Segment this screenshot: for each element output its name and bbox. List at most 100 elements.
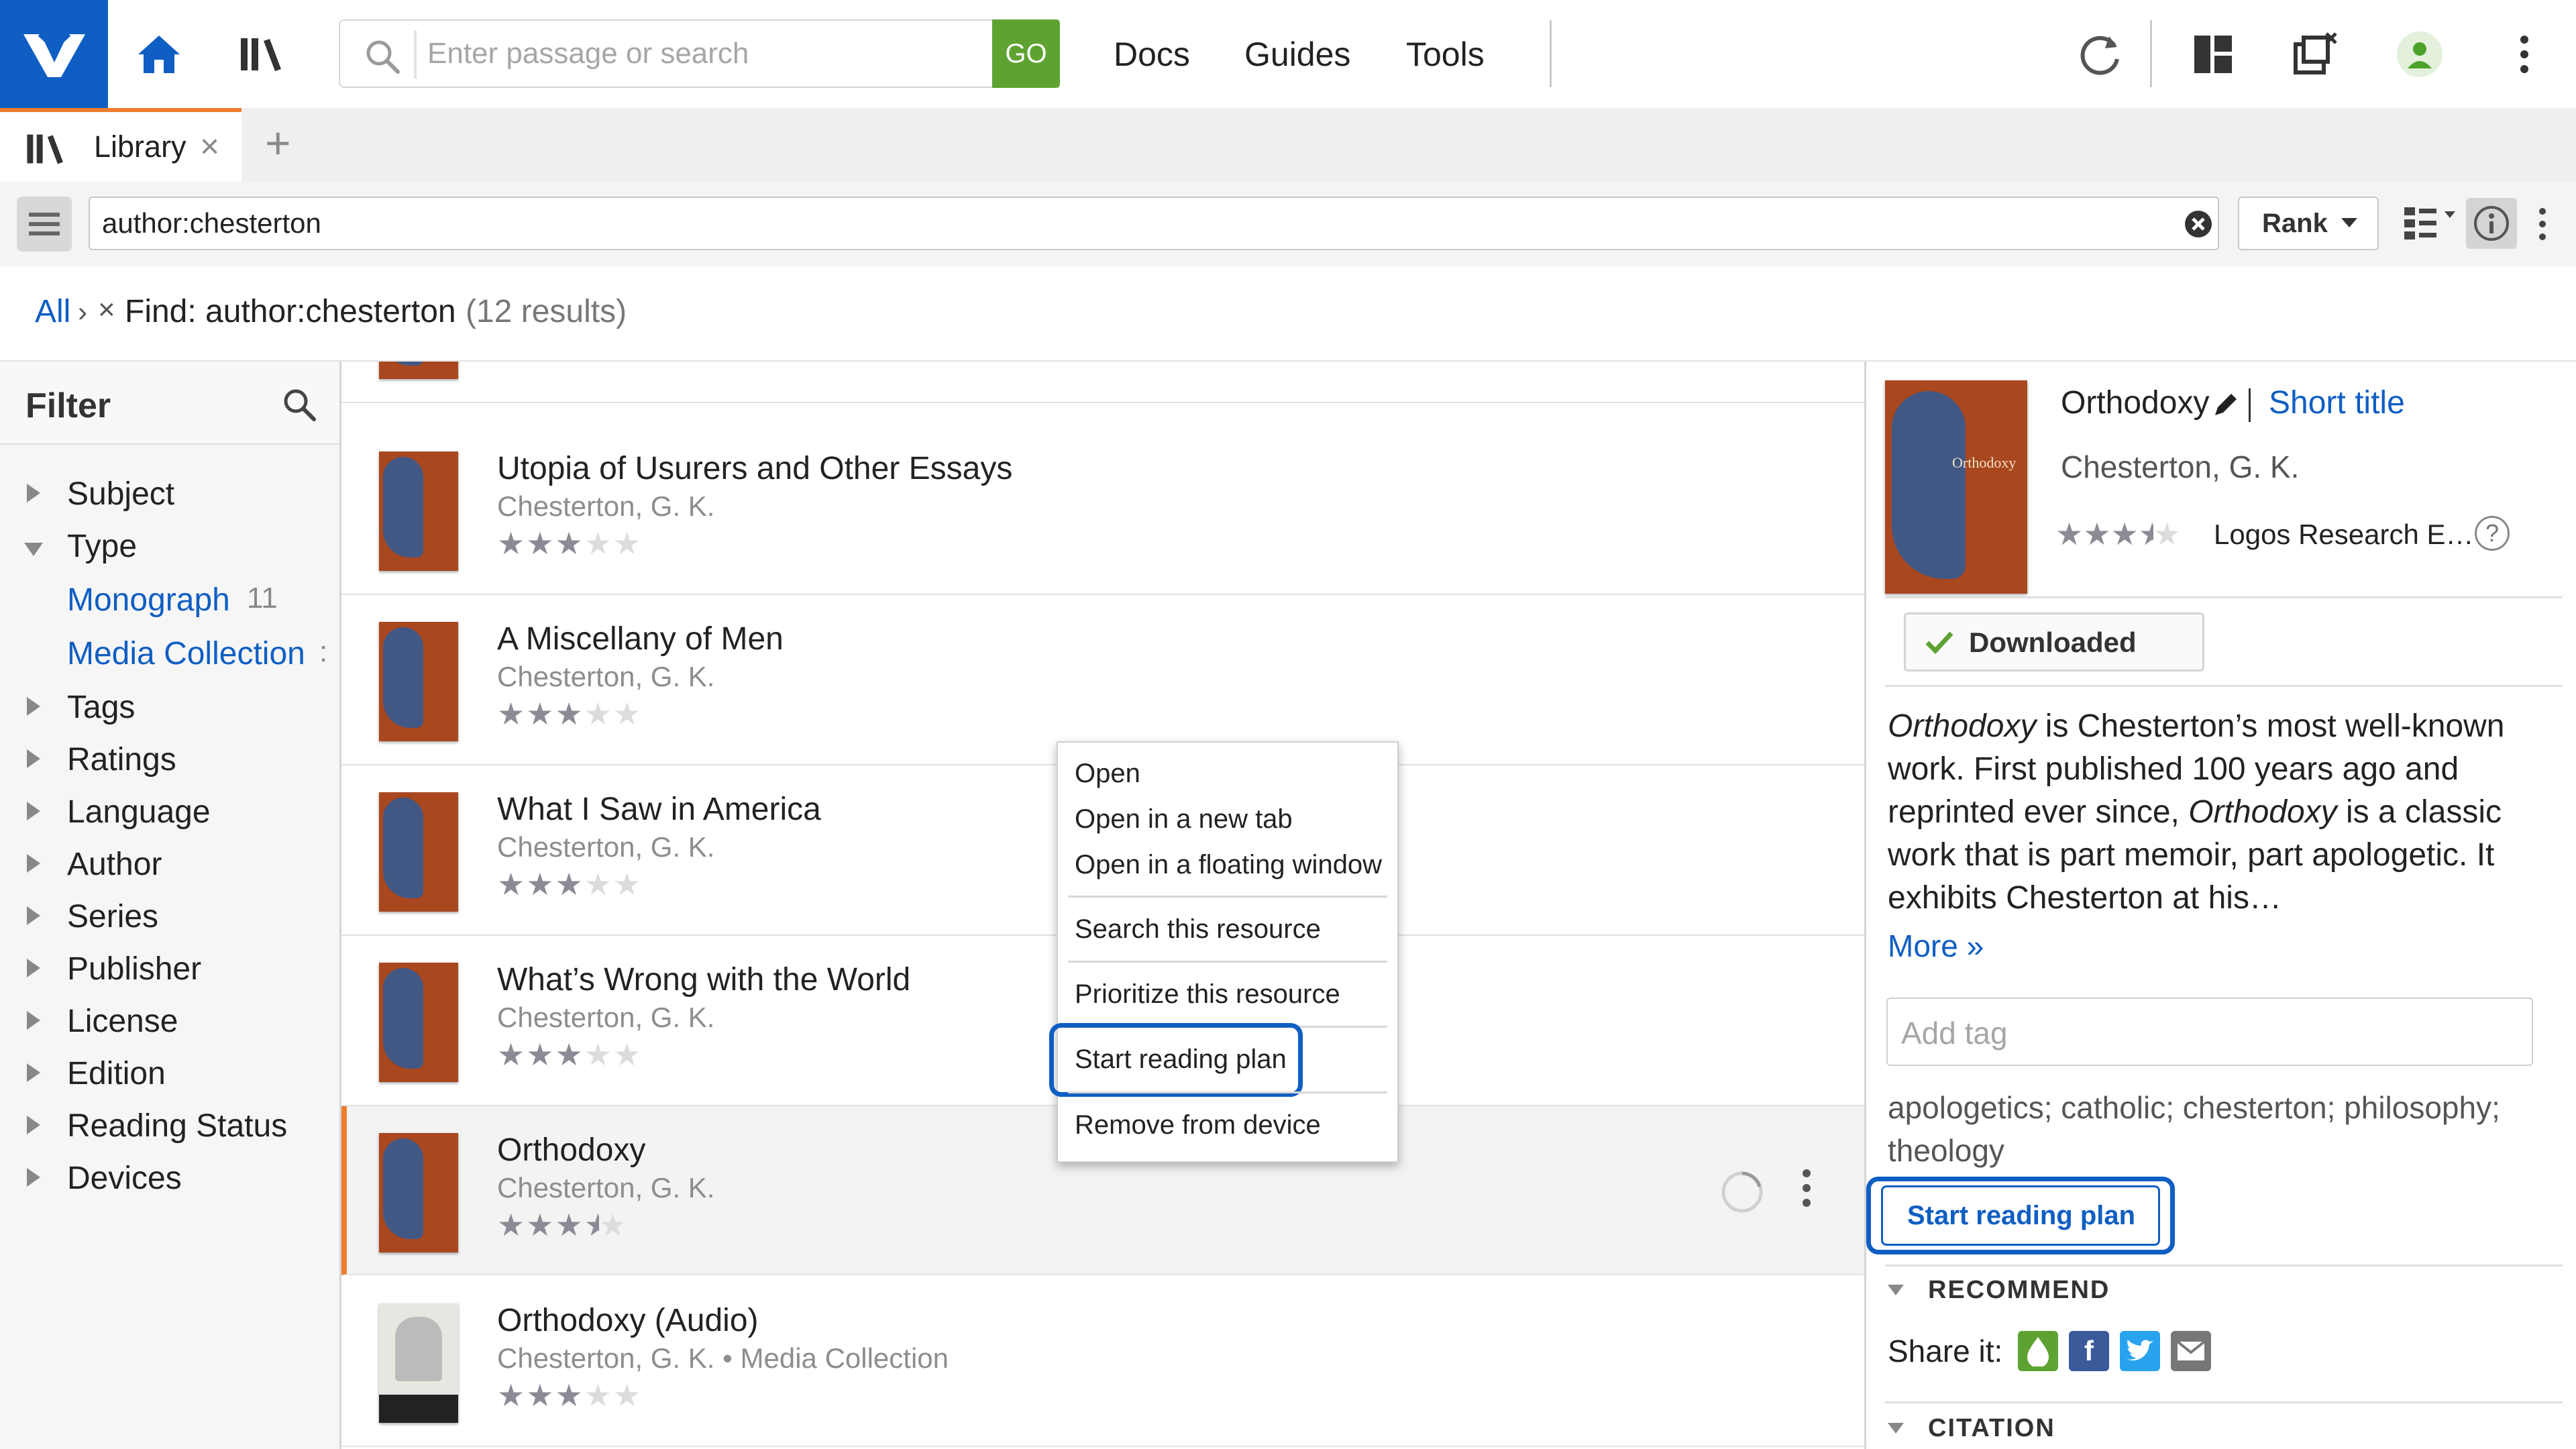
info-publisher: Logos Research E…: [2214, 519, 2474, 550]
highlight-outline: [1049, 1023, 1303, 1097]
clear-search-icon[interactable]: [2183, 209, 2214, 239]
list-item-partial[interactable]: ★★★★★: [341, 362, 1864, 403]
library-icon[interactable]: [235, 27, 290, 82]
expand-tags-icon[interactable]: [27, 697, 40, 716]
expand-language-icon[interactable]: [27, 802, 40, 820]
collapse-recommend-icon[interactable]: [1888, 1285, 1904, 1295]
expand-devices-icon[interactable]: [27, 1168, 40, 1187]
filter-publisher[interactable]: Publisher: [67, 951, 201, 987]
book-cover: [379, 451, 458, 571]
info-title: Orthodoxy: [2061, 385, 2210, 421]
start-reading-plan-button[interactable]: Start reading plan: [1881, 1185, 2160, 1246]
result-title[interactable]: Orthodoxy (Audio): [497, 1302, 759, 1339]
list-item[interactable]: Orthodoxy (Audio) Chesterton, G. K. • Me…: [341, 1277, 1864, 1447]
filter-series[interactable]: Series: [67, 898, 158, 935]
menu-icon[interactable]: [17, 197, 72, 252]
expand-subject-icon[interactable]: [27, 484, 40, 502]
twitter-share-icon[interactable]: [2120, 1331, 2160, 1371]
sync-icon[interactable]: [2073, 27, 2128, 82]
filter-search-icon[interactable]: [282, 387, 317, 422]
logos-logo-icon[interactable]: [0, 0, 108, 108]
filter-header: Filter: [0, 362, 339, 445]
library-search-input[interactable]: author:chesterton: [89, 197, 2219, 250]
menu-item-open-floating[interactable]: Open in a floating window: [1075, 850, 1382, 880]
edit-pencil-icon[interactable]: [2212, 391, 2239, 418]
result-title[interactable]: Utopia of Usurers and Other Essays: [497, 450, 1012, 487]
collapse-citation-icon[interactable]: [1888, 1423, 1904, 1434]
add-tag-input[interactable]: Add tag: [1886, 998, 2533, 1066]
media-collection-count: :: [319, 635, 328, 668]
home-icon[interactable]: [131, 27, 186, 82]
context-menu: Open Open in a new tab Open in a floatin…: [1049, 741, 1399, 1163]
short-title-link[interactable]: Short title: [2269, 384, 2405, 421]
result-title[interactable]: Orthodoxy: [497, 1132, 645, 1169]
expand-license-icon[interactable]: [27, 1011, 40, 1030]
filter-ratings[interactable]: Ratings: [67, 741, 176, 778]
email-share-icon[interactable]: [2171, 1331, 2211, 1371]
result-title[interactable]: A Miscellany of Men: [497, 621, 784, 657]
menu-item-search-resource[interactable]: Search this resource: [1075, 914, 1321, 945]
remove-filter-icon[interactable]: ×: [98, 293, 115, 327]
breadcrumb-all-link[interactable]: All: [35, 293, 70, 330]
help-icon[interactable]: ?: [2475, 516, 2510, 551]
filter-tags[interactable]: Tags: [67, 689, 135, 726]
expand-edition-icon[interactable]: [27, 1063, 40, 1082]
filter-devices[interactable]: Devices: [67, 1160, 182, 1197]
add-tab-icon[interactable]: +: [265, 117, 291, 168]
filter-license[interactable]: License: [67, 1003, 178, 1040]
floating-window-icon[interactable]: [2288, 27, 2343, 82]
filter-subject[interactable]: Subject: [67, 476, 174, 513]
result-title[interactable]: What I Saw in America: [497, 791, 821, 828]
nav-guides[interactable]: Guides: [1244, 35, 1350, 74]
close-tab-icon[interactable]: ×: [200, 127, 219, 166]
menu-item-open-new-tab[interactable]: Open in a new tab: [1075, 804, 1293, 835]
library-toolbar: author:chesterton Rank: [0, 182, 2576, 268]
downloaded-button[interactable]: Downloaded: [1904, 612, 2204, 672]
expand-author-icon[interactable]: [27, 854, 40, 873]
view-options-icon[interactable]: [2404, 206, 2459, 242]
list-item[interactable]: Utopia of Usurers and Other Essays Chest…: [341, 425, 1864, 595]
toolbar-more-icon[interactable]: [2537, 206, 2548, 242]
rating-stars: ★★★★★: [497, 526, 643, 561]
layout-icon[interactable]: [2186, 27, 2241, 82]
recommend-heading[interactable]: RECOMMEND: [1928, 1276, 2110, 1305]
search-input[interactable]: Enter passage or search: [339, 19, 1059, 88]
row-more-icon[interactable]: [1801, 1168, 1812, 1208]
nav-tools[interactable]: Tools: [1406, 35, 1485, 74]
more-link[interactable]: More »: [1888, 928, 1984, 964]
go-button[interactable]: GO: [992, 19, 1060, 88]
citation-heading[interactable]: CITATION: [1928, 1414, 2055, 1443]
list-item[interactable]: A Miscellany of Men Chesterton, G. K. ★★…: [341, 595, 1864, 765]
result-author: Chesterton, G. K.: [497, 1002, 715, 1033]
sort-dropdown[interactable]: Rank: [2238, 197, 2379, 250]
filter-author[interactable]: Author: [67, 846, 162, 883]
add-tag-placeholder: Add tag: [1901, 1016, 2008, 1051]
faithlife-share-icon[interactable]: [2018, 1331, 2058, 1371]
info-toggle-icon[interactable]: [2466, 198, 2517, 249]
filter-type-media-collection[interactable]: Media Collection: [67, 635, 305, 672]
tab-library[interactable]: Library ×: [0, 108, 241, 182]
filter-type[interactable]: Type: [67, 528, 137, 565]
filter-language[interactable]: Language: [67, 794, 211, 830]
result-author: Chesterton, G. K.: [497, 1172, 715, 1203]
menu-item-open[interactable]: Open: [1075, 759, 1140, 789]
expand-ratings-icon[interactable]: [27, 749, 40, 768]
more-options-icon[interactable]: [2497, 27, 2552, 82]
expand-publisher-icon[interactable]: [27, 959, 40, 977]
checkmark-icon: [1925, 629, 1954, 656]
collapse-type-icon[interactable]: [24, 543, 43, 556]
nav-docs[interactable]: Docs: [1114, 35, 1190, 74]
menu-item-remove-device[interactable]: Remove from device: [1075, 1110, 1321, 1140]
info-rating-stars[interactable]: ★★★★★: [2055, 516, 2181, 552]
filter-reading-status[interactable]: Reading Status: [67, 1108, 287, 1144]
filter-edition[interactable]: Edition: [67, 1055, 166, 1092]
result-title[interactable]: What’s Wrong with the World: [497, 961, 910, 998]
expand-series-icon[interactable]: [27, 906, 40, 925]
expand-reading-status-icon[interactable]: [27, 1116, 40, 1134]
menu-item-prioritize[interactable]: Prioritize this resource: [1075, 979, 1340, 1010]
divider: [1885, 685, 2563, 687]
filter-type-monograph[interactable]: Monograph: [67, 582, 230, 619]
account-avatar-icon[interactable]: [2392, 27, 2447, 82]
facebook-share-icon[interactable]: f: [2069, 1331, 2109, 1371]
menu-divider: [1068, 896, 1387, 898]
